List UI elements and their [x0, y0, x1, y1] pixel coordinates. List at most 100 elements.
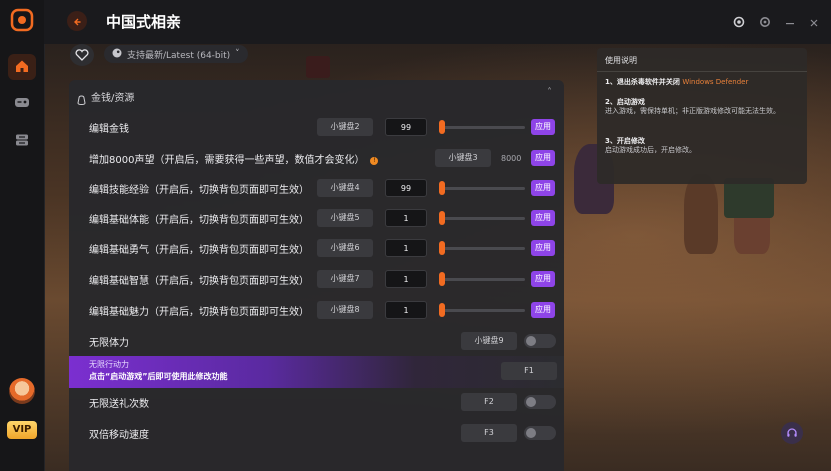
- cheat-panel: 金钱/资源 ˄ 编辑金钱 小键盘2 99 应用 增加8000声望（开启后，需要获…: [69, 80, 564, 471]
- value-slider[interactable]: [441, 247, 525, 250]
- hotkey-button[interactable]: 小键盘2: [317, 118, 373, 136]
- value-slider[interactable]: [441, 187, 525, 190]
- support-button[interactable]: [781, 422, 803, 444]
- row-label: 无限送礼次数: [89, 399, 149, 410]
- guide-step-1-highlight: Windows Defender: [682, 78, 749, 86]
- value-input[interactable]: 1: [385, 301, 427, 319]
- row-label: 编辑金钱: [89, 124, 129, 135]
- value-slider[interactable]: [441, 309, 525, 312]
- value-slider[interactable]: [441, 278, 525, 281]
- favorite-button[interactable]: [70, 44, 94, 66]
- close-icon[interactable]: [809, 13, 819, 32]
- value-slider[interactable]: [441, 217, 525, 220]
- bg-object: [306, 56, 330, 78]
- value-input[interactable]: 1: [385, 239, 427, 257]
- value-input[interactable]: 1: [385, 270, 427, 288]
- hotkey-button[interactable]: F2: [461, 393, 517, 411]
- cheat-row-stamina: 编辑基础体能（开启后，切换背包页面即可生效） 小键盘5 1 应用: [69, 203, 564, 233]
- user-avatar[interactable]: [9, 378, 35, 404]
- usage-guide: 使用说明 1、退出杀毒软件并关闭 Windows Defender 2、启动游戏…: [597, 48, 807, 184]
- guide-step-1-title: 1、退出杀毒软件并关闭: [605, 78, 680, 86]
- apply-button[interactable]: 应用: [531, 210, 555, 226]
- row-label: 编辑基础体能（开启后，切换背包页面即可生效）: [89, 215, 309, 226]
- gamepad-icon: [14, 94, 30, 113]
- bg-character: [684, 174, 718, 254]
- row-label: 编辑基础勇气（开启后，切换背包页面即可生效）: [89, 245, 309, 256]
- title-bar: 中国式相亲: [44, 0, 831, 44]
- sidebar: VIP: [0, 0, 45, 471]
- nav-storage[interactable]: [8, 128, 36, 154]
- section-header[interactable]: 金钱/资源 ˄: [69, 80, 564, 110]
- hotkey-button[interactable]: 小键盘6: [317, 239, 373, 257]
- apply-button[interactable]: 应用: [531, 271, 555, 287]
- back-arrow-icon: [72, 12, 82, 31]
- guide-heading: 使用说明: [605, 56, 637, 65]
- hotkey-button[interactable]: 小键盘3: [435, 149, 491, 167]
- record-icon[interactable]: [733, 13, 745, 32]
- coin-icon: [77, 90, 86, 109]
- app-logo-icon[interactable]: [10, 8, 34, 32]
- vip-badge[interactable]: VIP: [7, 421, 37, 439]
- slider-thumb[interactable]: [439, 272, 445, 286]
- apply-button[interactable]: 应用: [531, 240, 555, 256]
- slider-thumb[interactable]: [439, 120, 445, 134]
- minimize-icon[interactable]: [785, 13, 795, 32]
- steam-icon: [112, 48, 122, 61]
- hotkey-button[interactable]: 小键盘4: [317, 179, 373, 197]
- slider-thumb[interactable]: [439, 181, 445, 195]
- row-label: 编辑技能经验（开启后，切换背包页面即可生效）: [89, 185, 309, 196]
- hotkey-button[interactable]: 小键盘5: [317, 209, 373, 227]
- cheat-row-add-reputation: 增加8000声望（开启后，需要获得一些声望，数值才会变化）! 小键盘3 8000…: [69, 143, 564, 173]
- cheat-row-charm: 编辑基础魅力（开启后，切换背包页面即可生效） 小键盘8 1 应用: [69, 295, 564, 325]
- value-input[interactable]: 99: [385, 118, 427, 136]
- row-label: 双倍移动速度: [89, 430, 149, 441]
- value-slider[interactable]: [441, 126, 525, 129]
- window-controls: [733, 13, 819, 32]
- collapse-icon[interactable]: ˄: [547, 87, 552, 98]
- cheat-row-courage: 编辑基础勇气（开启后，切换背包页面即可生效） 小键盘6 1 应用: [69, 233, 564, 263]
- value-input[interactable]: 99: [385, 179, 427, 197]
- toggle-switch[interactable]: [524, 426, 556, 440]
- cheat-row-edit-money: 编辑金钱 小键盘2 99 应用: [69, 112, 564, 142]
- apply-button[interactable]: 应用: [531, 302, 555, 318]
- toggle-switch[interactable]: [524, 334, 556, 348]
- row-label: 无限体力: [89, 338, 129, 349]
- guide-step-3-text: 启动游戏成功后，开启修改。: [605, 146, 696, 154]
- hotkey-button[interactable]: 小键盘9: [461, 332, 517, 350]
- cheat-row-double-speed: 双倍移动速度 F3: [69, 418, 564, 448]
- apply-button[interactable]: 应用: [531, 119, 555, 135]
- slider-thumb[interactable]: [439, 241, 445, 255]
- platform-select[interactable]: 支持最新/Latest (64-bit) ˅: [104, 45, 248, 63]
- warning-icon: !: [370, 157, 379, 165]
- back-button[interactable]: [67, 11, 87, 31]
- slider-thumb[interactable]: [439, 211, 445, 225]
- nav-games[interactable]: [8, 90, 36, 116]
- apply-button[interactable]: 应用: [531, 150, 555, 166]
- nav-home[interactable]: [8, 54, 36, 80]
- headset-icon: [786, 424, 798, 443]
- platform-label: 支持最新/Latest (64-bit): [127, 50, 231, 61]
- guide-step-1: 1、退出杀毒软件并关闭 Windows Defender: [605, 77, 748, 87]
- cheat-row-infinite-stamina: 无限体力 小键盘9: [69, 326, 564, 356]
- promo-hint: 点击“启动游戏”后即可使用此修改功能: [89, 372, 228, 381]
- row-label: 编辑基础魅力（开启后，切换背包页面即可生效）: [89, 307, 309, 318]
- value-input[interactable]: 1: [385, 209, 427, 227]
- apply-button[interactable]: 应用: [531, 180, 555, 196]
- hotkey-button[interactable]: F3: [461, 424, 517, 442]
- cheat-row-wisdom: 编辑基础智慧（开启后，切换背包页面即可生效） 小键盘7 1 应用: [69, 264, 564, 294]
- home-icon: [15, 58, 29, 77]
- storage-icon: [15, 132, 29, 151]
- hotkey-button[interactable]: F1: [501, 362, 557, 380]
- page-title: 中国式相亲: [106, 13, 182, 31]
- settings-icon[interactable]: [759, 13, 771, 32]
- cheat-row-skill-exp: 编辑技能经验（开启后，切换背包页面即可生效） 小键盘4 99 应用: [69, 173, 564, 203]
- promo-title: 无限行动力: [89, 360, 129, 369]
- bg-object: [724, 178, 774, 218]
- toggle-switch[interactable]: [524, 395, 556, 409]
- hotkey-button[interactable]: 小键盘8: [317, 301, 373, 319]
- cheat-row-infinite-action: 无限行动力 点击“启动游戏”后即可使用此修改功能 F1: [69, 356, 564, 388]
- cheat-row-gift-count: 无限送礼次数 F2: [69, 387, 564, 417]
- fixed-value: 8000: [501, 154, 522, 163]
- hotkey-button[interactable]: 小键盘7: [317, 270, 373, 288]
- slider-thumb[interactable]: [439, 303, 445, 317]
